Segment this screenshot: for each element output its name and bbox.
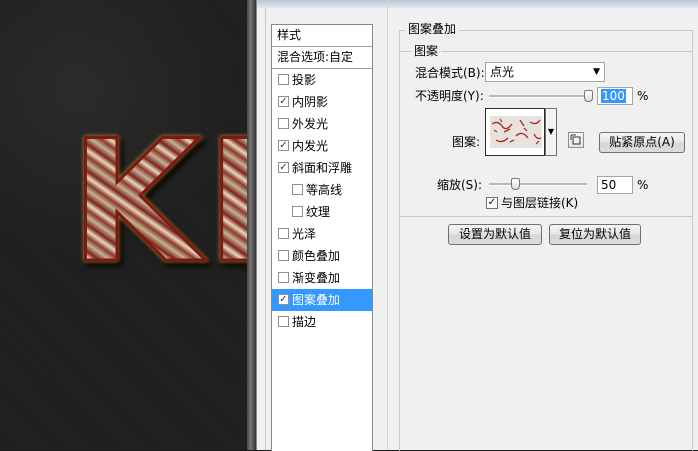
opacity-percent: %	[637, 89, 649, 103]
panel-divider	[387, 0, 388, 450]
style-item[interactable]: ✓ 内发光	[272, 135, 372, 157]
pattern-picker-button[interactable]: ▼	[545, 108, 557, 156]
style-item-label: 纹理	[306, 205, 331, 219]
style-checkbox[interactable]	[278, 74, 289, 85]
pattern-preview	[490, 116, 542, 148]
opacity-slider[interactable]	[489, 90, 593, 102]
scale-input[interactable]: 50	[597, 176, 633, 194]
style-item-label: 等高线	[306, 183, 343, 197]
style-item[interactable]: 渐变叠加	[272, 267, 372, 289]
panel-title: 图案叠加	[405, 22, 460, 36]
style-checkbox[interactable]: ✓	[278, 162, 289, 173]
style-item-label: 内发光	[292, 139, 329, 153]
style-item-label: 内阴影	[292, 95, 329, 109]
document-canvas[interactable]: KE	[0, 0, 256, 450]
dialog-title-strip	[257, 0, 698, 8]
style-checkbox[interactable]	[278, 118, 289, 129]
style-item-label: 描边	[292, 315, 317, 329]
style-item[interactable]: ✓ 图案叠加	[272, 289, 372, 311]
style-checkbox[interactable]: ✓	[278, 294, 289, 305]
link-with-layer-checkbox[interactable]: ✓	[486, 197, 498, 209]
style-item-label: 渐变叠加	[292, 271, 341, 285]
checkmark-icon: ✓	[487, 197, 497, 208]
link-with-layer-label: 与图层链接(K)	[501, 196, 579, 210]
scale-percent: %	[637, 178, 649, 192]
style-list: 样式 混合选项:自定 投影 ✓ 内阴影 外发光 ✓ 内发光 ✓ 斜面和浮雕 等高线 纹理 光泽 颜色叠…	[271, 24, 373, 451]
dropdown-arrow-icon: ▼	[593, 67, 600, 77]
scale-slider[interactable]	[489, 178, 587, 190]
style-checkbox[interactable]	[292, 206, 303, 217]
pattern-group-title: 图案	[411, 44, 442, 58]
style-list-items: 投影 ✓ 内阴影 外发光 ✓ 内发光 ✓ 斜面和浮雕 等高线 纹理 光泽 颜色叠加 渐变叠加 ✓ 图案叠加描…	[272, 69, 372, 333]
style-item[interactable]: 等高线	[272, 179, 372, 201]
style-checkbox[interactable]: ✓	[278, 140, 289, 151]
style-item-label: 图案叠加	[292, 293, 341, 307]
triangle-down-icon: ▼	[547, 127, 555, 136]
pattern-swatch[interactable]	[485, 108, 545, 156]
style-checkbox[interactable]: ✓	[278, 96, 289, 107]
style-item[interactable]: ✓ 斜面和浮雕	[272, 157, 372, 179]
blend-mode-label: 混合模式(B):	[415, 66, 485, 80]
scale-value: 50	[601, 178, 617, 192]
style-item[interactable]: 纹理	[272, 201, 372, 223]
style-item[interactable]: 描边	[272, 311, 372, 333]
opacity-slider-thumb[interactable]	[584, 90, 593, 102]
new-preset-button[interactable]	[568, 132, 584, 148]
style-checkbox[interactable]	[278, 272, 289, 283]
canvas-layer-text: KE	[69, 117, 256, 288]
style-item[interactable]: 光泽	[272, 223, 372, 245]
blend-mode-select[interactable]: 点光 ▼	[485, 62, 605, 82]
pattern-label: 图案:	[452, 135, 481, 149]
style-item-label: 斜面和浮雕	[292, 161, 353, 175]
style-item[interactable]: 外发光	[272, 113, 372, 135]
canvas-window-edge	[247, 0, 256, 450]
style-item[interactable]: 颜色叠加	[272, 245, 372, 267]
style-item-label: 颜色叠加	[292, 249, 341, 263]
opacity-input[interactable]: 100	[597, 87, 633, 105]
scale-label: 缩放(S):	[437, 178, 483, 192]
blend-mode-value: 点光	[490, 65, 515, 79]
style-item-label: 光泽	[292, 227, 317, 241]
set-default-button[interactable]: 设置为默认值	[448, 224, 542, 245]
style-checkbox[interactable]	[292, 184, 303, 195]
style-checkbox[interactable]	[278, 228, 289, 239]
style-item[interactable]: ✓ 内阴影	[272, 91, 372, 113]
opacity-value: 100	[601, 89, 626, 103]
blending-options-item[interactable]: 混合选项:自定	[272, 47, 372, 69]
reset-default-button[interactable]: 复位为默认值	[549, 224, 641, 245]
pattern-texture-icon	[490, 116, 542, 148]
opacity-label: 不透明度(Y):	[415, 89, 484, 103]
style-item[interactable]: 投影	[272, 69, 372, 91]
new-preset-icon	[570, 134, 581, 145]
layer-style-dialog: 样式 混合选项:自定 投影 ✓ 内阴影 外发光 ✓ 内发光 ✓ 斜面和浮雕 等高线 纹理 光泽 颜色叠…	[256, 0, 698, 451]
style-item-label: 外发光	[292, 117, 329, 131]
style-checkbox[interactable]	[278, 250, 289, 261]
style-item-label: 投影	[292, 73, 317, 87]
style-checkbox[interactable]	[278, 316, 289, 327]
style-list-header[interactable]: 样式	[272, 25, 372, 47]
snap-to-origin-button[interactable]: 贴紧原点(A)	[599, 132, 685, 153]
scale-slider-thumb[interactable]	[511, 178, 520, 190]
